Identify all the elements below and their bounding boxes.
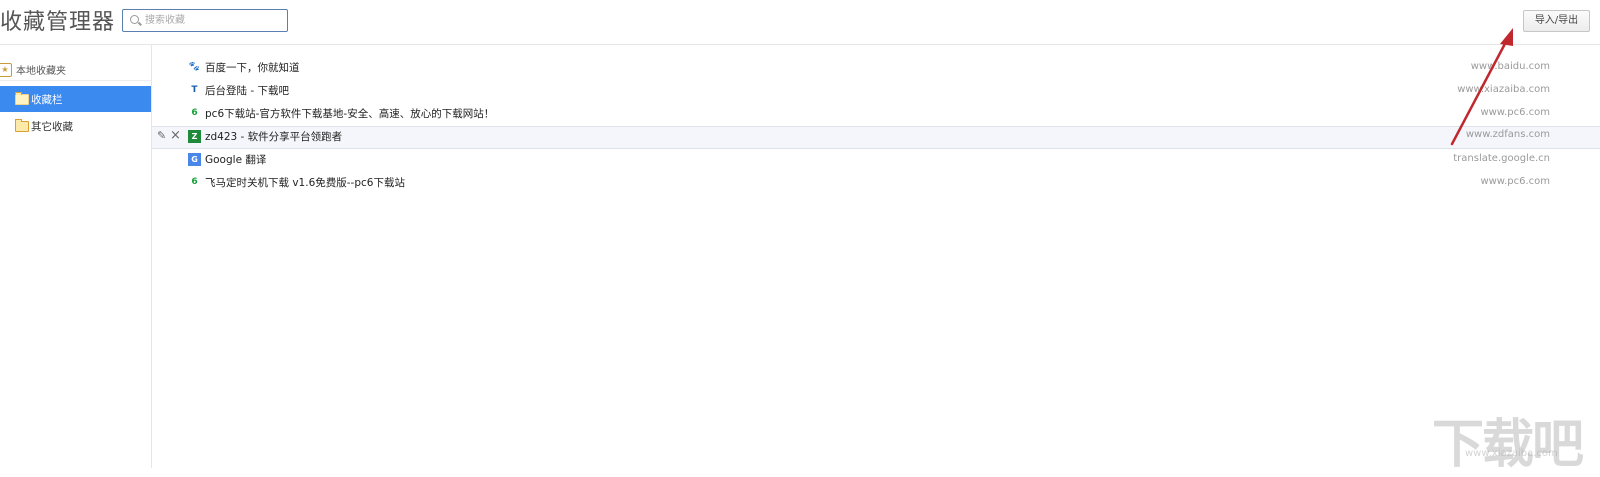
watermark-url: www.xiazaiba.com <box>1465 448 1558 459</box>
annotation-arrow <box>1450 28 1513 146</box>
watermark-logo: 下载吧 <box>1432 415 1584 475</box>
